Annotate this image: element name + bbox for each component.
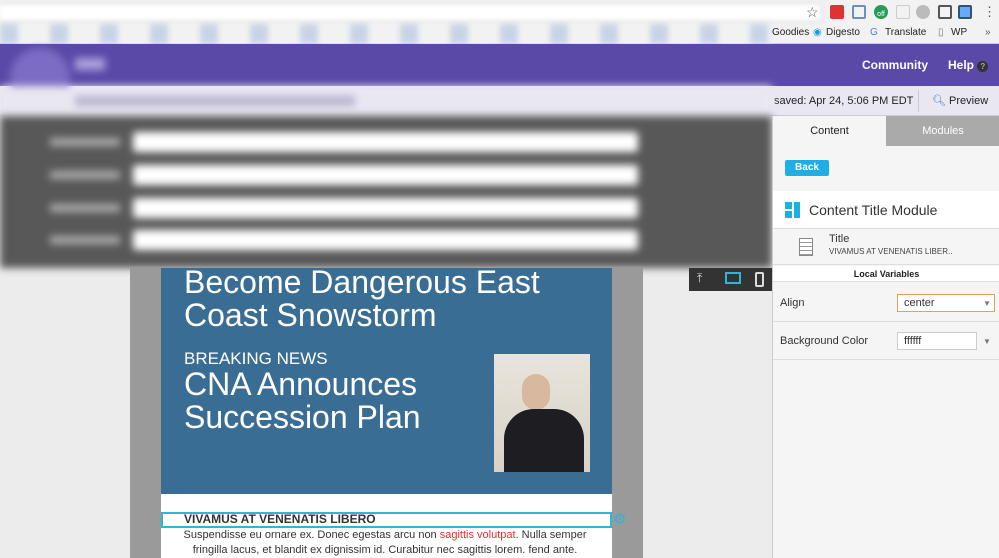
background-color-label: Background Color	[780, 335, 869, 347]
help-icon: ?	[977, 61, 989, 72]
desktop-icon[interactable]	[725, 272, 741, 284]
bookmarks-bar: Goodies ◉ Digesto G Translate ▯ WP »	[0, 24, 999, 44]
divider	[773, 359, 999, 360]
align-label: Align	[780, 297, 805, 309]
document-icon	[799, 238, 813, 256]
cloud-icon[interactable]	[916, 5, 930, 19]
align-select[interactable]: center	[897, 294, 995, 312]
extension-icon[interactable]	[830, 5, 844, 19]
extension-icon[interactable]	[958, 5, 972, 19]
section-title: VIVAMUS AT VENENATIS LIBERO	[184, 512, 376, 526]
bookmark[interactable]: WP	[951, 27, 967, 38]
news-photo	[494, 354, 590, 472]
off-badge: off	[877, 11, 885, 18]
page-icon: ▯	[938, 27, 944, 38]
tab-content[interactable]: Content	[773, 116, 886, 146]
digesto-icon: ◉	[813, 27, 822, 38]
module-icon	[785, 202, 792, 209]
help-label: Help	[948, 58, 975, 72]
mobile-icon[interactable]	[755, 272, 764, 287]
tab-modules[interactable]: Modules	[886, 116, 999, 146]
section-body: Suspendisse eu ornare ex. Donec egestas …	[175, 528, 595, 558]
chevron-down-icon[interactable]: ▼	[983, 299, 991, 308]
bookmark-star-icon[interactable]: ☆	[806, 4, 819, 21]
menu-dots-icon[interactable]: ⋮	[983, 4, 996, 20]
address-bar[interactable]	[0, 3, 822, 22]
local-variables-heading: Local Variables	[773, 266, 999, 282]
preview-button[interactable]: 🔍︎ Preview	[932, 94, 988, 107]
module-icon-part	[794, 202, 800, 218]
saved-status: saved: Apr 24, 5:06 PM EDT	[774, 95, 914, 107]
chevron-down-icon[interactable]: ▼	[983, 337, 991, 346]
hero-title-2: CNA Announces Succession Plan	[184, 366, 421, 435]
title-label: Title	[829, 233, 850, 245]
body-text: Suspendisse eu ornare ex. Donec egestas …	[183, 529, 440, 541]
module-icon-part	[785, 211, 792, 218]
community-link[interactable]: Community	[862, 58, 928, 72]
bookmark[interactable]: Translate	[885, 27, 926, 38]
more-bookmarks[interactable]: »	[985, 27, 991, 38]
title-value: VIVAMUS AT VENENATIS LIBER..	[829, 247, 953, 256]
divider	[773, 321, 999, 322]
translate-icon: G	[870, 27, 878, 38]
cast-icon[interactable]	[938, 5, 952, 19]
back-button[interactable]: Back	[785, 160, 829, 176]
module-name: Content Title Module	[809, 202, 938, 218]
screenshot-extension-icon[interactable]	[852, 5, 866, 19]
hero-title: Become Dangerous East Coast Snowstorm	[184, 264, 540, 333]
device-toolbar: ⤒	[689, 268, 772, 291]
extension-icon[interactable]	[896, 5, 910, 19]
help-link[interactable]: Help ?	[948, 58, 989, 72]
side-panel: Content Modules Back Content Title Modul…	[772, 116, 999, 558]
body-link[interactable]: sagittis volutpat	[440, 529, 516, 541]
bookmark[interactable]: Digesto	[826, 27, 860, 38]
collapse-top-icon[interactable]: ⤒	[697, 271, 702, 286]
divider	[918, 90, 919, 112]
bookmark[interactable]: Goodies	[772, 27, 809, 38]
search-icon: 🔍︎	[932, 95, 946, 107]
preview-label: Preview	[949, 95, 989, 107]
off-extension-icon[interactable]: off	[874, 5, 888, 19]
background-color-input[interactable]: ffffff	[897, 332, 977, 350]
blurred-region	[0, 44, 772, 268]
gear-icon[interactable]: ⚙	[613, 510, 626, 528]
